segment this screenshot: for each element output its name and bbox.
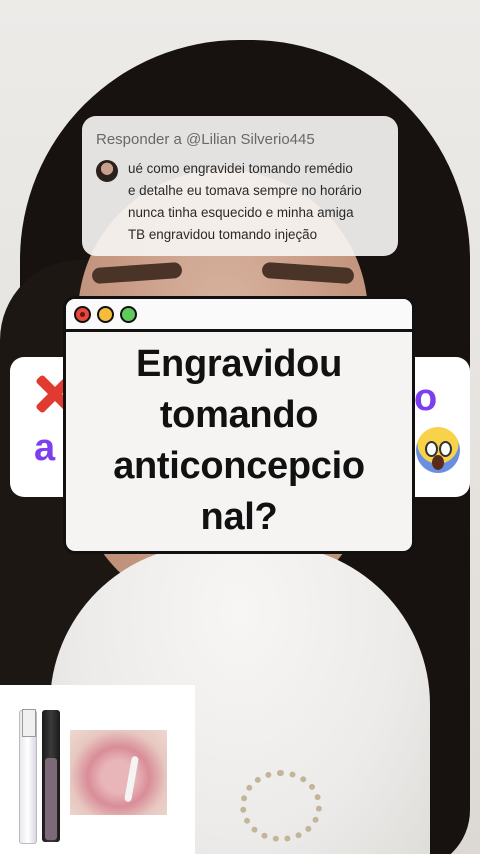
headline-line: tomando [159, 394, 319, 436]
lip-gloss-tube [19, 709, 37, 844]
reply-line: ué como engravidei tomando remédio [128, 161, 353, 176]
window-title-bar [66, 299, 412, 332]
reply-line: TB engravidou tomando injeção [128, 227, 318, 242]
avatar [96, 160, 118, 182]
headline-line: anticoncepcio [113, 445, 365, 487]
reply-comment-bubble[interactable]: Responder a @Lilian Silverio445 ué como … [82, 116, 398, 256]
emoji-mouth [432, 455, 444, 470]
window-minimize-dot [97, 306, 114, 323]
headline-line: Engravidou [135, 343, 343, 385]
scream-emoji-icon [416, 427, 460, 473]
headline: Engravidou tomando anticoncepcio nal? [66, 339, 412, 543]
necklace [240, 770, 322, 842]
window-maximize-dot [120, 306, 137, 323]
headline-line: nal? [200, 496, 278, 538]
emoji-eye [439, 441, 452, 457]
window-close-dot [74, 306, 91, 323]
title-window: Engravidou tomando anticoncepcio nal? [63, 296, 415, 554]
lip-gloss-tube-open [42, 710, 60, 842]
glossy-lips-image [70, 730, 167, 815]
reply-line: e detalhe eu tomava sempre no horário [128, 183, 362, 198]
reply-header: Responder a @Lilian Silverio445 [96, 131, 315, 148]
reply-line: nunca tinha esquecido e minha amiga [128, 205, 354, 220]
side-letter-o: o [414, 377, 438, 419]
side-letter-a: a [34, 427, 56, 469]
product-ad-image[interactable] [0, 685, 195, 854]
